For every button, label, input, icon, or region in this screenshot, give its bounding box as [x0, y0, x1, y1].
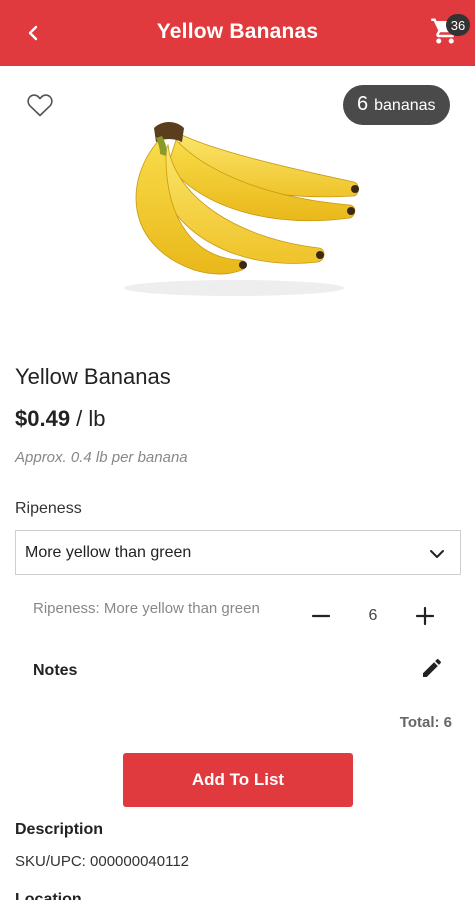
chevron-down-icon	[430, 550, 444, 558]
edit-notes-button[interactable]	[420, 656, 444, 680]
selection-summary: Ripeness: More yellow than green	[33, 600, 260, 617]
product-name: Yellow Bananas	[15, 364, 171, 389]
top-app-bar: Yellow Bananas 36	[0, 0, 475, 66]
description-heading: Description	[15, 821, 104, 838]
add-to-list-button[interactable]: Add To List	[123, 753, 353, 807]
heart-outline-icon	[27, 94, 53, 117]
favorite-button[interactable]	[26, 92, 54, 118]
plus-icon	[415, 606, 435, 626]
increase-quantity-button[interactable]	[412, 603, 438, 629]
page-title: Yellow Bananas	[156, 20, 319, 43]
price-unit: / lb	[70, 406, 106, 431]
unit-count-label: bananas	[374, 97, 436, 114]
decrease-quantity-button[interactable]	[308, 603, 334, 629]
price-amount: $0.49	[15, 406, 71, 431]
product-price: $0.49 / lb	[15, 406, 106, 432]
pencil-icon	[423, 658, 442, 677]
sku-text: SKU/UPC: 000000040112	[15, 853, 190, 870]
minus-icon	[311, 614, 331, 618]
product-image	[104, 110, 366, 300]
cart-count-badge: 36	[446, 14, 470, 36]
ripeness-label: Ripeness	[15, 500, 82, 517]
ripeness-selected-value: More yellow than green	[25, 543, 192, 561]
ripeness-select[interactable]: More yellow than green	[15, 530, 461, 575]
quantity-value: 6	[368, 607, 378, 624]
notes-label: Notes	[33, 662, 78, 679]
location-heading: Location	[15, 891, 82, 900]
line-total: Total: 6	[399, 714, 452, 731]
approx-weight-note: Approx. 0.4 lb per banana	[15, 449, 188, 466]
